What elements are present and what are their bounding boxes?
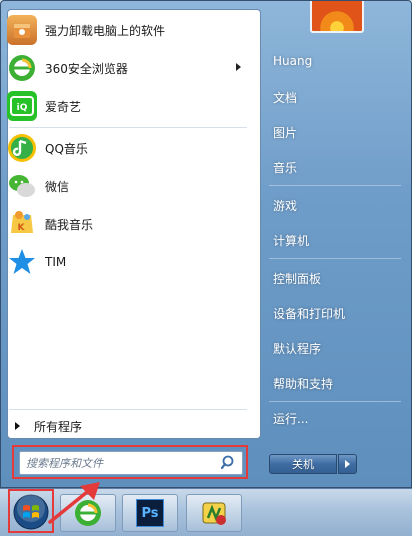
kuwo-music-icon: K <box>7 209 37 239</box>
program-label: 爱奇艺 <box>45 99 82 114</box>
uninstall-box-icon <box>7 15 37 45</box>
tim-icon <box>7 247 37 277</box>
program-item-wechat[interactable]: 微信 <box>7 169 247 203</box>
taskbar-photoshop-button[interactable]: Ps <box>122 494 178 532</box>
program-item-qq-music[interactable]: QQ音乐 <box>7 131 247 165</box>
separator <box>269 185 401 186</box>
right-arrow-icon <box>15 422 20 430</box>
program-label: QQ音乐 <box>45 141 88 156</box>
qq-music-icon <box>7 133 37 163</box>
user-name-link[interactable]: Huang <box>273 54 312 68</box>
search-input[interactable] <box>20 453 219 473</box>
user-avatar[interactable] <box>310 1 364 33</box>
shutdown-label: 关机 <box>292 458 314 471</box>
program-label: 酷我音乐 <box>45 217 94 232</box>
svg-text:K: K <box>18 223 26 233</box>
360-browser-icon <box>7 53 37 83</box>
program-label: 微信 <box>45 179 70 194</box>
program-item-360-browser[interactable]: 360安全浏览器 <box>7 51 247 85</box>
program-label: TIM <box>45 255 67 269</box>
games-link[interactable]: 游戏 <box>273 197 297 214</box>
music-link[interactable]: 音乐 <box>273 159 297 176</box>
program-label: 360安全浏览器 <box>45 61 128 76</box>
program-item-tim[interactable]: TIM <box>7 245 247 279</box>
shutdown-button[interactable]: 关机 <box>269 454 337 474</box>
pictures-link[interactable]: 图片 <box>273 124 297 141</box>
documents-link[interactable]: 文档 <box>273 89 297 106</box>
separator <box>269 258 401 259</box>
taskbar-ftp-tool-button[interactable] <box>186 494 242 532</box>
control-panel-link[interactable]: 控制面板 <box>273 270 321 287</box>
search-box[interactable] <box>19 451 243 475</box>
separator <box>9 409 247 410</box>
computer-link[interactable]: 计算机 <box>273 232 309 249</box>
chevron-right-icon <box>345 460 350 468</box>
photoshop-label: Ps <box>141 505 159 521</box>
svg-text:iQ: iQ <box>17 103 28 113</box>
360-browser-icon <box>75 500 101 526</box>
iqiyi-icon: iQ <box>7 91 37 121</box>
program-item-iqiyi[interactable]: iQ 爱奇艺 <box>7 89 247 123</box>
program-item-uninstaller[interactable]: 强力卸载电脑上的软件 <box>7 13 247 47</box>
all-programs-label: 所有程序 <box>34 419 83 434</box>
program-item-kuwo-music[interactable]: K 酷我音乐 <box>7 207 247 241</box>
run-link[interactable]: 运行... <box>273 410 308 427</box>
separator <box>9 127 247 128</box>
start-menu: 强力卸载电脑上的软件 360安全浏览器 iQ 爱奇艺 QQ音乐 微信 K 酷我音… <box>0 0 412 488</box>
ftp-tool-icon <box>202 502 226 525</box>
wechat-icon <box>7 171 37 201</box>
photoshop-icon: Ps <box>136 499 164 527</box>
program-label: 强力卸载电脑上的软件 <box>45 23 166 38</box>
devices-printers-link[interactable]: 设备和打印机 <box>273 305 345 322</box>
submenu-arrow-icon <box>236 63 241 71</box>
all-programs-button[interactable]: 所有程序 <box>7 413 247 439</box>
taskbar-360-browser-button[interactable] <box>60 494 116 532</box>
start-orb-icon[interactable] <box>12 493 50 531</box>
search-icon[interactable] <box>219 453 239 473</box>
separator <box>269 401 401 402</box>
help-support-link[interactable]: 帮助和支持 <box>273 375 333 392</box>
shutdown-options-button[interactable] <box>338 454 357 474</box>
default-programs-link[interactable]: 默认程序 <box>273 340 321 357</box>
